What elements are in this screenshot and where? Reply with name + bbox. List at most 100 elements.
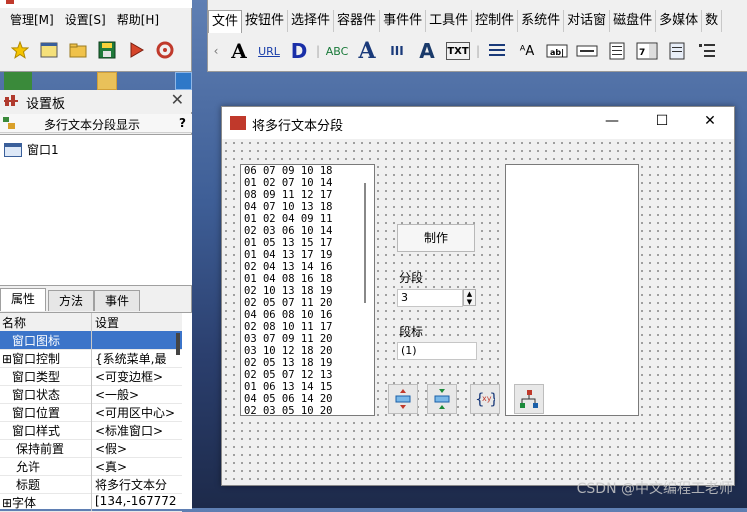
header-value: 设置 bbox=[95, 316, 120, 330]
segment-input[interactable]: 3 bbox=[397, 289, 463, 307]
d-tool[interactable]: D bbox=[284, 38, 314, 64]
tab-properties[interactable]: 属性 bbox=[0, 288, 47, 311]
text-list-icon[interactable] bbox=[692, 38, 722, 64]
maximize-icon[interactable]: ☐ bbox=[648, 113, 676, 129]
memo-icon[interactable] bbox=[662, 38, 692, 64]
source-line: 02 03 05 10 20 bbox=[244, 405, 333, 416]
toolbox-tabs: 文件 按钮件 选择件 容器件 事件件 工具件 控制件 系统件 对话窗 磁盘件 多… bbox=[208, 10, 723, 33]
barcode-tool[interactable]: III bbox=[382, 38, 412, 64]
text-tool[interactable]: ABC bbox=[322, 38, 352, 64]
source-line: 04 05 06 14 20 bbox=[244, 393, 333, 405]
divider-icon: | bbox=[315, 44, 321, 58]
label-tool[interactable]: A bbox=[224, 38, 254, 64]
result-text-box[interactable] bbox=[505, 164, 639, 416]
horizontal-split-icon[interactable] bbox=[427, 384, 457, 414]
property-value[interactable]: <一般> bbox=[95, 386, 180, 403]
tab-disk[interactable]: 磁盘件 bbox=[610, 10, 657, 32]
list-tool-icon[interactable] bbox=[482, 38, 512, 64]
property-value[interactable]: <假> bbox=[95, 440, 180, 457]
open-folder-icon[interactable] bbox=[68, 40, 88, 60]
marker-input[interactable]: (1) bbox=[397, 342, 477, 360]
property-row[interactable]: 窗口图标 bbox=[0, 331, 182, 350]
property-row[interactable]: 标题 将多行文本分 bbox=[0, 475, 182, 494]
property-row[interactable]: 允许 <真> bbox=[0, 457, 182, 476]
tab-events[interactable]: 事件件 bbox=[380, 10, 427, 32]
txt-tool[interactable]: TXT bbox=[446, 42, 470, 60]
minimize-icon[interactable]: — bbox=[598, 113, 626, 129]
object-tree: 窗口1 bbox=[0, 134, 192, 286]
project-icon bbox=[3, 117, 15, 129]
main-menu-bar: 管理[M] 设置[S] 帮助[H] bbox=[10, 11, 159, 28]
property-row[interactable]: 窗口类型 <可变边框> bbox=[0, 367, 182, 386]
link-tool[interactable]: URL bbox=[254, 38, 284, 64]
property-row[interactable]: 保持前置 <假> bbox=[0, 439, 182, 458]
property-row[interactable]: 窗口状态 <一般> bbox=[0, 385, 182, 404]
art-text-tool[interactable]: A bbox=[352, 38, 382, 64]
recycle-icon[interactable] bbox=[155, 40, 175, 60]
property-row[interactable]: 窗口样式 <标准窗口> bbox=[0, 421, 182, 440]
menu-settings[interactable]: 设置[S] bbox=[65, 11, 106, 28]
tab-file[interactable]: 文件 bbox=[208, 10, 243, 33]
segment-spinner[interactable]: ▲ ▼ bbox=[463, 289, 476, 306]
menu-help[interactable]: 帮助[H] bbox=[117, 11, 159, 28]
spin-edit-icon[interactable]: 7 bbox=[632, 38, 662, 64]
source-line: 02 03 06 10 14 bbox=[244, 225, 333, 237]
help-button[interactable]: ? bbox=[179, 116, 186, 130]
password-box-icon[interactable] bbox=[572, 38, 602, 64]
property-value[interactable]: <标准窗口> bbox=[95, 422, 180, 439]
settings-panel: 设置板 ✕ 多行文本分段显示 ? 窗口1 属性 方法 事件 名称 设置 窗口图标… bbox=[0, 90, 192, 512]
tab-events[interactable]: 事件 bbox=[94, 290, 141, 311]
tab-buttons[interactable]: 按钮件 bbox=[242, 10, 289, 32]
property-row[interactable]: ⊞字体 [134,-167772 bbox=[0, 493, 182, 512]
property-name: 标题 bbox=[16, 478, 41, 492]
property-value[interactable]: 将多行文本分 bbox=[95, 476, 180, 493]
property-name: 窗口图标 bbox=[12, 334, 61, 348]
main-menu-window: 管理[M] 设置[S] 帮助[H] bbox=[0, 0, 192, 72]
property-row[interactable]: ⊞窗口控制 {系统菜单,最 bbox=[0, 349, 182, 368]
source-line: 03 07 09 11 20 bbox=[244, 333, 333, 345]
tab-controls[interactable]: 控制件 bbox=[472, 10, 519, 32]
tab-multimedia[interactable]: 多媒体 bbox=[656, 10, 703, 32]
close-icon[interactable]: ✕ bbox=[171, 90, 184, 109]
property-value[interactable]: <可用区中心> bbox=[95, 404, 180, 421]
main-titlebar bbox=[0, 0, 192, 8]
property-value[interactable]: {系统菜单,最 bbox=[95, 350, 180, 367]
tab-containers[interactable]: 容器件 bbox=[334, 10, 381, 32]
font-size-icon[interactable]: ᴬA bbox=[512, 38, 542, 64]
tab-system[interactable]: 系统件 bbox=[518, 10, 565, 32]
settings-subtitle: 多行文本分段显示 bbox=[44, 118, 141, 132]
close-icon[interactable]: ✕ bbox=[696, 113, 724, 129]
property-value[interactable]: <真> bbox=[95, 458, 180, 475]
tab-dialogs[interactable]: 对话窗 bbox=[564, 10, 611, 32]
rich-edit-icon[interactable] bbox=[602, 38, 632, 64]
form-canvas[interactable]: 06 07 09 10 18 01 02 07 10 14 08 09 11 12 … bbox=[222, 139, 734, 485]
source-line: 01 02 07 10 14 bbox=[244, 177, 333, 189]
property-name: 窗口状态 bbox=[12, 388, 61, 402]
make-button[interactable]: 制作 bbox=[397, 224, 475, 252]
window-icon[interactable] bbox=[39, 40, 59, 60]
scroll-left-icon[interactable]: ‹ bbox=[208, 38, 224, 64]
form-icon bbox=[230, 116, 246, 130]
variable-icon[interactable]: { }xy bbox=[470, 384, 500, 414]
property-grid-header: 名称 设置 bbox=[0, 313, 182, 332]
property-row[interactable]: 窗口位置 <可用区中心> bbox=[0, 403, 182, 422]
tab-selectors[interactable]: 选择件 bbox=[288, 10, 335, 32]
source-text-box[interactable]: 06 07 09 10 18 01 02 07 10 14 08 09 11 12 … bbox=[240, 164, 375, 416]
edit-box-icon[interactable]: ab| bbox=[542, 38, 572, 64]
property-value[interactable]: [134,-167772 bbox=[95, 494, 180, 508]
source-line: 08 09 11 12 17 bbox=[244, 189, 333, 201]
run-icon[interactable] bbox=[126, 40, 146, 60]
star-icon[interactable] bbox=[10, 40, 30, 60]
tab-data[interactable]: 数 bbox=[702, 10, 723, 32]
text-box-scrollbar[interactable] bbox=[364, 183, 366, 303]
tree-layout-icon[interactable] bbox=[514, 384, 544, 414]
menu-manage[interactable]: 管理[M] bbox=[10, 11, 54, 28]
vertical-split-icon[interactable] bbox=[388, 384, 418, 414]
property-value[interactable]: <可变边框> bbox=[95, 368, 180, 385]
tab-tools[interactable]: 工具件 bbox=[426, 10, 473, 32]
gradient-text-tool[interactable]: A bbox=[412, 38, 442, 64]
save-icon[interactable] bbox=[97, 40, 117, 60]
property-grid-scrollbar[interactable] bbox=[176, 333, 180, 355]
tree-item-window1[interactable]: 窗口1 bbox=[4, 141, 59, 158]
tab-methods[interactable]: 方法 bbox=[48, 290, 95, 311]
